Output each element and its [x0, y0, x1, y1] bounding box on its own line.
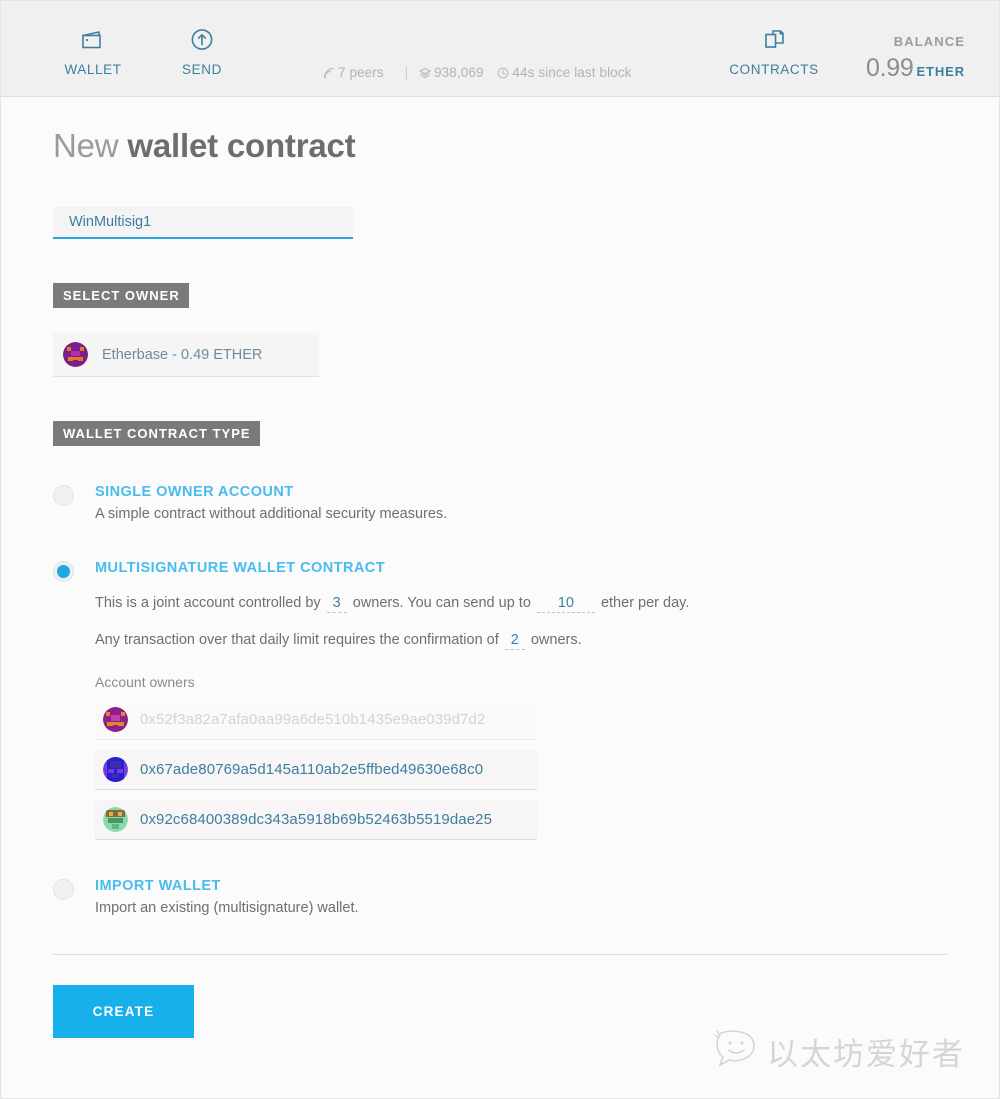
owner-address-text: 0x92c68400389dc343a5918b69b52463b5519dae…: [140, 811, 493, 828]
option-import-wallet[interactable]: IMPORT WALLET Import an existing (multis…: [53, 878, 947, 916]
contracts-documents-icon: [726, 27, 822, 57]
wallet-contract-type-badge: WALLET CONTRACT TYPE: [53, 421, 260, 446]
multisig-line1-text-c: ether per day.: [600, 595, 690, 611]
owner-select-card[interactable]: Etherbase - 0.49 ETHER: [53, 333, 319, 377]
footer-divider: [53, 954, 947, 955]
multisig-config-line-1: This is a joint account controlled by 3 …: [95, 595, 947, 613]
option-single-owner-title: SINGLE OWNER ACCOUNT: [95, 484, 294, 500]
block-number: 938,069: [434, 65, 484, 80]
balance-display: BALANCE 0.99 ETHER: [866, 34, 965, 83]
owner-address-row[interactable]: 0x52f3a82a7afa0aa99a6de510b1435e9ae039d7…: [95, 700, 537, 740]
option-multisignature-wallet[interactable]: MULTISIGNATURE WALLET CONTRACT This is a…: [53, 560, 947, 840]
option-single-owner-desc: A simple contract without additional sec…: [95, 506, 448, 522]
nav-item-send[interactable]: SEND: [168, 27, 236, 79]
peers-count: 7 peers: [338, 65, 384, 80]
owner-identicon: [103, 807, 128, 832]
watermark: 以太坊爱好者: [713, 1029, 965, 1074]
smiley-speech-bubble-icon: [713, 1029, 759, 1074]
owner-address-row[interactable]: 0x67ade80769a5d145a110ab2e5ffbed49630e68…: [95, 750, 537, 790]
radio-multisignature-wallet[interactable]: [53, 561, 74, 582]
owner-address-text: 0x67ade80769a5d145a110ab2e5ffbed49630e68…: [140, 761, 484, 778]
multisig-line1-text-a: This is a joint account controlled by: [95, 595, 321, 611]
radio-single-owner-account[interactable]: [53, 485, 74, 506]
option-multisignature-title: MULTISIGNATURE WALLET CONTRACT: [95, 560, 386, 576]
account-owners-label: Account owners: [95, 674, 195, 690]
signal-icon: [323, 67, 335, 82]
wallet-app-window: WALLET SEND CONTRACTS 7 peers | 938,069 …: [0, 0, 1000, 1099]
network-status-bar: 7 peers | 938,069 44s since last block: [323, 65, 641, 82]
multisig-config-line-2: Any transaction over that daily limit re…: [95, 632, 947, 650]
page-title: New wallet contract: [53, 127, 947, 165]
option-single-owner-account[interactable]: SINGLE OWNER ACCOUNT A simple contract w…: [53, 484, 947, 522]
select-owner-badge: SELECT OWNER: [53, 283, 189, 308]
owner-identicon: [103, 757, 128, 782]
page-title-bold: wallet contract: [127, 127, 356, 164]
balance-unit: ETHER: [916, 64, 965, 79]
page-title-light: New: [53, 127, 128, 164]
last-block-status: 44s since last block: [497, 65, 631, 80]
balance-label: BALANCE: [893, 34, 965, 49]
send-arrow-icon: [168, 27, 236, 57]
owner-address-row[interactable]: 0x92c68400389dc343a5918b69b52463b5519dae…: [95, 800, 537, 840]
create-button[interactable]: CREATE: [53, 985, 194, 1038]
watermark-text: 以太坊爱好者: [767, 1037, 965, 1073]
daily-limit-field[interactable]: 10: [536, 595, 595, 613]
owner-identicon: [103, 707, 128, 732]
radio-import-wallet[interactable]: [53, 879, 74, 900]
required-confirmations-field[interactable]: 2: [504, 632, 525, 650]
app-header: WALLET SEND CONTRACTS 7 peers | 938,069 …: [1, 1, 999, 97]
wallet-name-input[interactable]: [53, 207, 353, 239]
block-status: 938,069: [418, 65, 487, 82]
last-block-time: 44s since last block: [512, 65, 632, 80]
owner-identicon: [63, 342, 88, 367]
wallet-icon: [55, 27, 131, 57]
owner-select-label: Etherbase - 0.49 ETHER: [102, 346, 263, 363]
nav-item-wallet[interactable]: WALLET: [55, 27, 131, 79]
owner-address-text: 0x52f3a82a7afa0aa99a6de510b1435e9ae039d7…: [140, 711, 486, 728]
nav-item-contracts-label: CONTRACTS: [729, 62, 819, 77]
nav-item-send-label: SEND: [182, 62, 222, 77]
balance-value: 0.99: [865, 54, 914, 82]
option-import-wallet-title: IMPORT WALLET: [95, 878, 221, 894]
owners-count-field[interactable]: 3: [326, 595, 347, 613]
multisig-line2-text-b: owners.: [530, 632, 582, 648]
clock-icon: [497, 67, 509, 82]
multisig-line2-text-a: Any transaction over that daily limit re…: [95, 632, 499, 648]
layers-icon: [418, 67, 432, 82]
peers-status: 7 peers: [323, 65, 388, 80]
nav-item-wallet-label: WALLET: [64, 62, 122, 77]
status-separator: |: [404, 65, 409, 80]
main-content: New wallet contract SELECT OWNER Etherba…: [1, 127, 999, 1038]
multisig-line1-text-b: owners. You can send up to: [352, 595, 531, 611]
nav-item-contracts[interactable]: CONTRACTS: [726, 27, 822, 79]
option-import-wallet-desc: Import an existing (multisignature) wall…: [95, 900, 359, 916]
